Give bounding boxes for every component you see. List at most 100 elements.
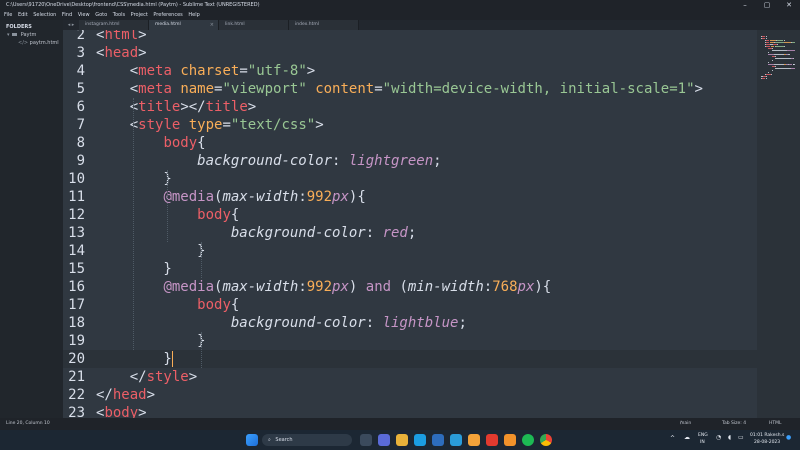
- menu-file[interactable]: File: [4, 10, 12, 20]
- code-token: >: [188, 369, 198, 385]
- close-tab-icon[interactable]: ×: [210, 20, 214, 30]
- menu-help[interactable]: Help: [188, 10, 199, 20]
- code-line[interactable]: 19 }: [63, 332, 757, 350]
- code-line[interactable]: 23 <body>: [63, 404, 757, 418]
- spotify-icon[interactable]: [522, 434, 534, 446]
- code-token: style: [146, 369, 189, 385]
- chevron-up-icon[interactable]: ^: [670, 435, 675, 442]
- chevron-down-icon: ▾: [7, 32, 10, 38]
- menu-selection[interactable]: Selection: [33, 10, 56, 20]
- sidebar-file-paytm[interactable]: </> paytm.html: [18, 40, 59, 46]
- code-token: 768: [492, 279, 518, 295]
- status-cursor-position: Line 20, Column 10: [6, 421, 50, 426]
- task-view-icon[interactable]: [360, 434, 372, 446]
- windows-start-icon[interactable]: [246, 434, 258, 446]
- code-line[interactable]: 6 <title></title>: [63, 98, 757, 116]
- tray-region: IN: [700, 440, 705, 445]
- app-icon-3[interactable]: [486, 434, 498, 446]
- menu-tools[interactable]: Tools: [113, 10, 125, 20]
- code-line[interactable]: 3 <head>: [63, 44, 757, 62]
- code-text: </head>: [96, 386, 155, 404]
- tab-link[interactable]: link.html: [219, 20, 289, 30]
- line-number: 11: [68, 189, 85, 205]
- code-text: @media(max-width:992px){: [96, 188, 366, 206]
- code-line[interactable]: 4 <meta charset="utf-8">: [63, 62, 757, 80]
- code-token: @media: [163, 189, 215, 205]
- wifi-icon[interactable]: ◔: [716, 434, 721, 441]
- menu-edit[interactable]: Edit: [18, 10, 28, 20]
- code-token: max-width: [222, 279, 299, 295]
- code-token: ): [348, 279, 366, 295]
- app-icon-2[interactable]: [468, 434, 480, 446]
- minimize-button[interactable]: –: [734, 0, 756, 10]
- code-token: >: [138, 45, 147, 61]
- code-token: ;: [458, 315, 467, 331]
- code-line[interactable]: 16 @media(max-width:992px) and (min-widt…: [63, 278, 757, 296]
- minimap-line: [788, 54, 790, 55]
- tray-lang[interactable]: ENG: [698, 433, 708, 438]
- code-line[interactable]: 5 <meta name="viewport" content="width=d…: [63, 80, 757, 98]
- code-line[interactable]: 15 }: [63, 260, 757, 278]
- code-line[interactable]: 18 background-color: lightblue;: [63, 314, 757, 332]
- code-line[interactable]: 9 background-color: lightgreen;: [63, 152, 757, 170]
- line-number: 6: [76, 99, 85, 115]
- status-syntax[interactable]: HTML: [769, 418, 782, 430]
- file-label: paytm.html: [29, 40, 59, 46]
- code-line[interactable]: 20 }: [63, 350, 757, 368]
- minimap-line: [791, 42, 795, 43]
- chrome-icon[interactable]: [540, 434, 552, 446]
- code-editor[interactable]: 2 <html> 3 <head> 4 <meta charset="utf-8"> 5 …: [63, 30, 757, 418]
- code-line[interactable]: 7 <style type="text/css">: [63, 116, 757, 134]
- code-line[interactable]: 22 </head>: [63, 386, 757, 404]
- code-token: =: [222, 117, 231, 133]
- tab-nav-arrows[interactable]: ◂ ▸: [63, 20, 79, 30]
- code-token: >: [315, 117, 324, 133]
- notification-icon[interactable]: ●: [786, 434, 791, 441]
- sublime-text-icon[interactable]: [504, 434, 516, 446]
- code-token: =: [239, 63, 248, 79]
- code-line[interactable]: 21 </style>: [63, 368, 757, 386]
- tab-instagram[interactable]: instagram.html: [79, 20, 149, 30]
- menu-find[interactable]: Find: [62, 10, 72, 20]
- tray-time[interactable]: 01:01 Rakesh.s: [750, 433, 784, 438]
- store-icon[interactable]: [432, 434, 444, 446]
- taskbar-search[interactable]: ⌕ Search: [262, 434, 352, 446]
- minimap-line: [771, 48, 773, 49]
- code-token: lightgreen: [348, 153, 434, 169]
- menu-project[interactable]: Project: [131, 10, 148, 20]
- edge-icon[interactable]: [414, 434, 426, 446]
- minimap[interactable]: [757, 30, 800, 418]
- menu-view[interactable]: View: [78, 10, 90, 20]
- status-tab-size[interactable]: Tab Size: 4: [722, 418, 746, 430]
- menu-preferences[interactable]: Preferences: [153, 10, 182, 20]
- volume-icon[interactable]: ◖: [728, 434, 731, 441]
- close-button[interactable]: ✕: [778, 0, 800, 10]
- app-icon[interactable]: [450, 434, 462, 446]
- tab-media[interactable]: media.html ×: [149, 20, 219, 30]
- line-number: 22: [68, 387, 85, 403]
- teams-icon[interactable]: [378, 434, 390, 446]
- code-token: </: [96, 369, 147, 385]
- menu-goto[interactable]: Goto: [95, 10, 107, 20]
- battery-icon[interactable]: ▭: [738, 434, 744, 441]
- minimap-line: [771, 70, 773, 71]
- maximize-button[interactable]: ▢: [756, 0, 778, 10]
- code-token: ){: [348, 189, 366, 205]
- sidebar-folder-paytm[interactable]: ▾ Paytm: [7, 32, 36, 38]
- code-token: html: [104, 30, 139, 43]
- code-token: min-width: [407, 279, 484, 295]
- code-line[interactable]: 17 body{: [63, 296, 757, 314]
- code-line[interactable]: 14 }: [63, 242, 757, 260]
- code-text: <head>: [96, 44, 147, 62]
- file-explorer-icon[interactable]: [396, 434, 408, 446]
- code-line[interactable]: 2 <html>: [63, 30, 757, 44]
- code-line[interactable]: 8 body{: [63, 134, 757, 152]
- code-token: px: [332, 189, 349, 205]
- tab-index[interactable]: index.html: [289, 20, 359, 30]
- minimap-line: [793, 64, 795, 65]
- cloud-icon[interactable]: ☁: [684, 434, 690, 441]
- tab-bar: ◂ ▸ instagram.html media.html × link.htm…: [63, 20, 800, 30]
- text-cursor: [171, 351, 173, 367]
